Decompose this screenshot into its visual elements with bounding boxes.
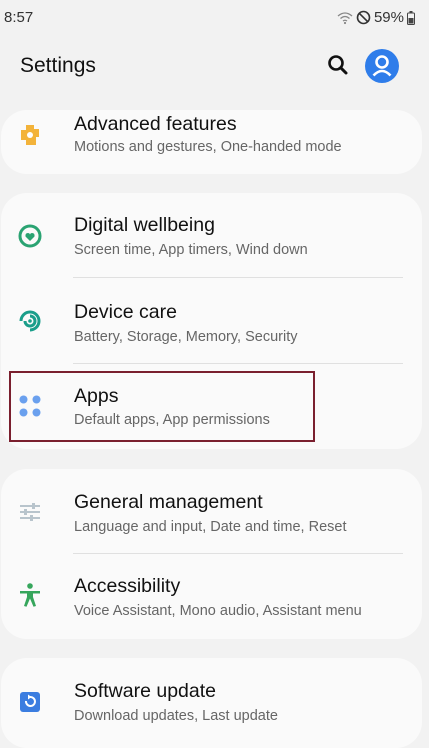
settings-group-update: Software update Download updates, Last u… [1, 658, 422, 748]
status-icons: 59% [337, 9, 415, 26]
device-care-icon [19, 310, 41, 332]
settings-group-system: General management Language and input, D… [1, 469, 422, 639]
wellbeing-icon [18, 224, 42, 248]
software-update-icon [20, 692, 40, 712]
battery-percent: 59% [373, 9, 404, 26]
battery-icon [407, 10, 415, 25]
page-title: Settings [20, 54, 96, 77]
settings-item-digital-wellbeing[interactable]: Digital wellbeing Screen time, App timer… [1, 193, 422, 279]
search-icon[interactable] [325, 52, 351, 78]
settings-item-advanced-features[interactable]: Advanced features Motions and gestures, … [1, 110, 422, 174]
apps-highlight-box [9, 371, 315, 442]
settings-item-device-care[interactable]: Device care Battery, Storage, Memory, Se… [1, 278, 422, 364]
status-bar: 8:57 59% [0, 0, 429, 34]
settings-item-subtitle: Battery, Storage, Memory, Security [74, 329, 298, 345]
settings-item-general-management[interactable]: General management Language and input, D… [1, 469, 422, 555]
settings-item-label: Accessibility [74, 575, 181, 597]
app-header: Settings [0, 34, 429, 100]
settings-item-label: Device care [74, 301, 177, 323]
sliders-icon [20, 503, 40, 521]
settings-item-label: Software update [74, 680, 217, 702]
do-not-disturb-icon [356, 10, 371, 25]
settings-group-advanced: Advanced features Motions and gestures, … [1, 110, 422, 174]
wifi-icon [337, 11, 353, 24]
settings-item-subtitle: Motions and gestures, One-handed mode [74, 139, 342, 155]
settings-item-label: General management [74, 491, 263, 513]
settings-item-label: Advanced features [74, 113, 237, 135]
settings-item-subtitle: Screen time, App timers, Wind down [74, 242, 308, 258]
settings-item-label: Digital wellbeing [74, 214, 215, 236]
status-time: 8:57 [4, 9, 34, 26]
settings-item-subtitle: Download updates, Last update [74, 708, 278, 724]
settings-item-software-update[interactable]: Software update Download updates, Last u… [1, 658, 422, 744]
profile-icon[interactable] [365, 49, 399, 83]
settings-item-subtitle: Language and input, Date and time, Reset [74, 519, 347, 535]
settings-item-subtitle: Voice Assistant, Mono audio, Assistant m… [74, 603, 362, 619]
accessibility-icon [20, 583, 40, 607]
settings-item-accessibility[interactable]: Accessibility Voice Assistant, Mono audi… [1, 554, 422, 640]
gear-puzzle-icon [21, 125, 39, 145]
